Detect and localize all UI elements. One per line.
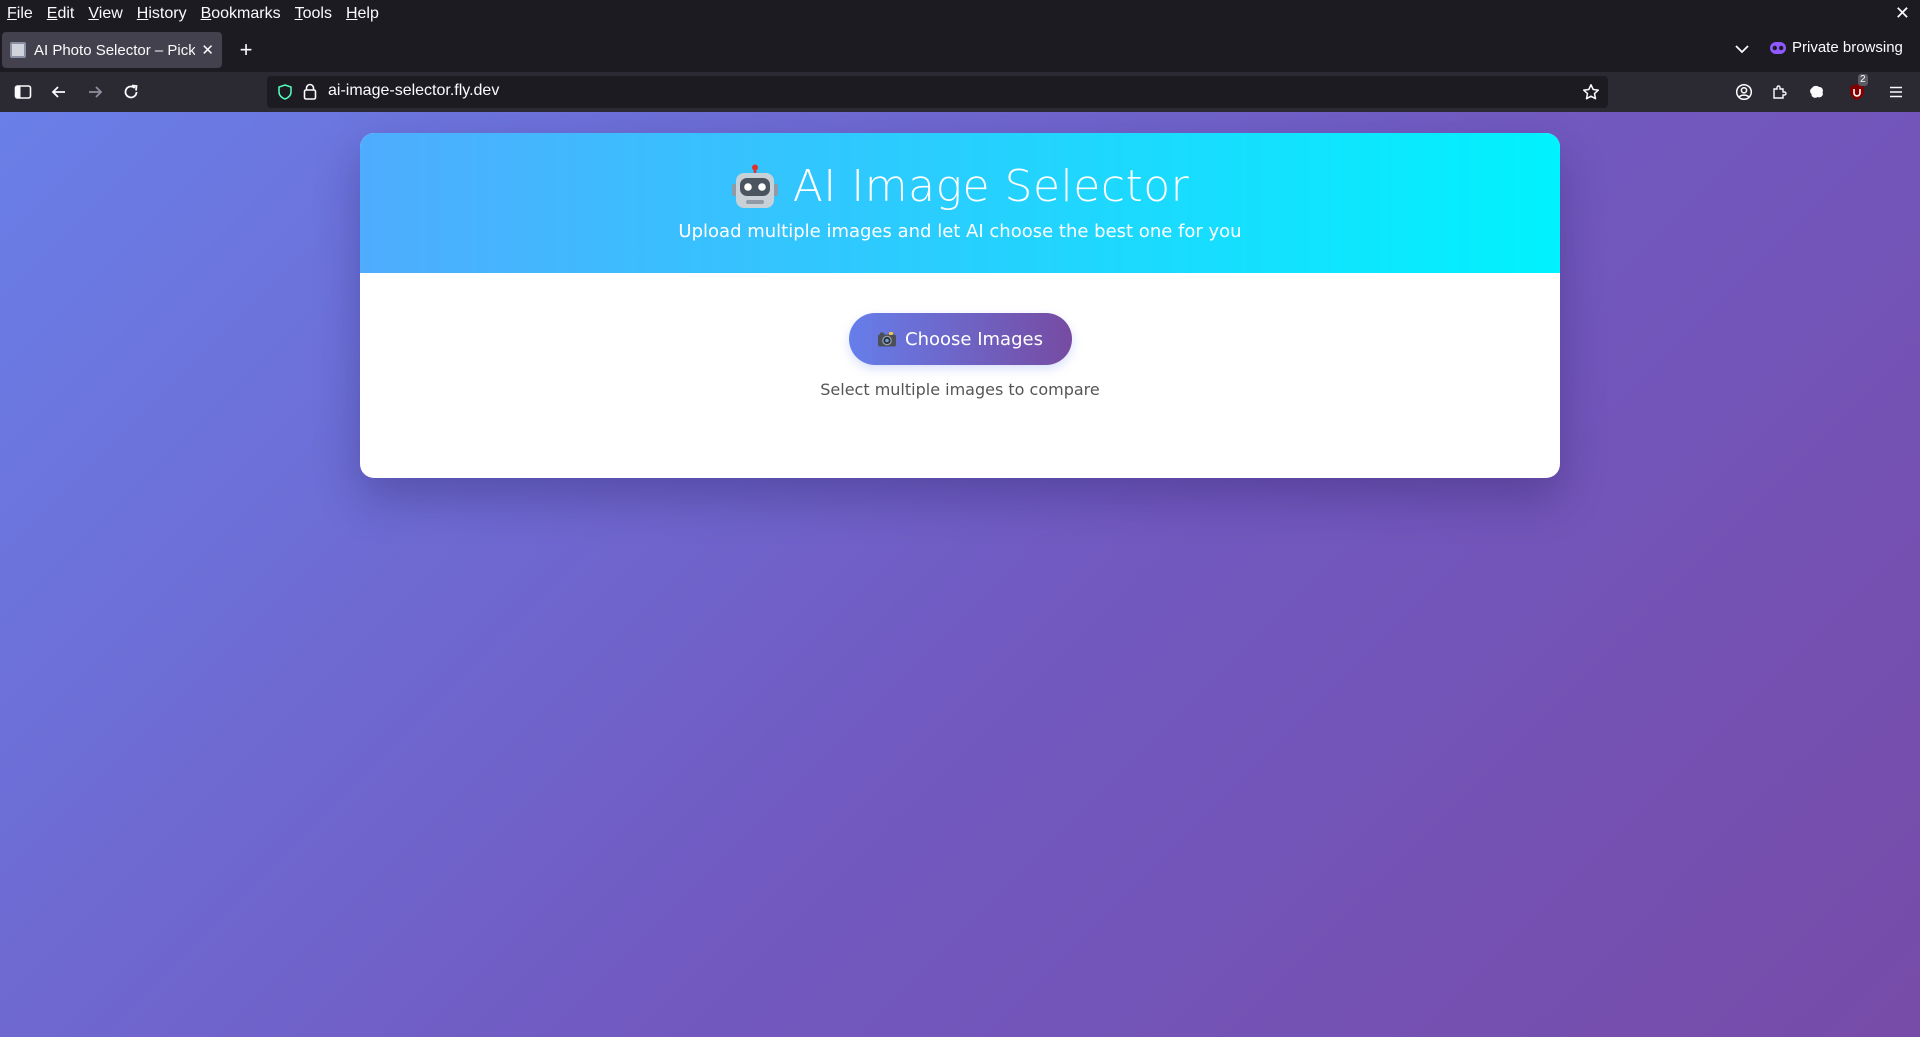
extension-blob-icon[interactable] xyxy=(1808,83,1826,101)
extensions-puzzle-icon[interactable] xyxy=(1771,83,1789,101)
new-tab-button[interactable]: + xyxy=(236,36,256,64)
menu-view[interactable]: View xyxy=(81,0,129,28)
menu-history[interactable]: History xyxy=(130,0,194,28)
menu-help[interactable]: Help xyxy=(339,0,386,28)
choose-images-label: Choose Images xyxy=(905,328,1043,350)
menu-bookmarks[interactable]: Bookmarks xyxy=(194,0,288,28)
url-text[interactable]: ai-image-selector.fly.dev xyxy=(328,82,499,100)
image-selector-card: AI Image Selector Upload multiple images… xyxy=(360,133,1560,478)
forward-arrow-icon[interactable] xyxy=(86,83,104,101)
sidebar-toggle-icon[interactable] xyxy=(14,83,32,101)
navigation-toolbar: ai-image-selector.fly.dev 2 xyxy=(0,72,1920,112)
private-browsing-indicator: Private browsing xyxy=(1770,39,1903,56)
camera-icon xyxy=(878,332,897,347)
window-close-button[interactable]: ✕ xyxy=(1895,3,1910,24)
tab-ai-photo-selector[interactable]: AI Photo Selector – Pick ✕ xyxy=(2,32,222,68)
page-viewport: AI Image Selector Upload multiple images… xyxy=(0,112,1920,1037)
card-header: AI Image Selector Upload multiple images… xyxy=(360,133,1560,273)
tab-bar: AI Photo Selector – Pick ✕ + Private bro… xyxy=(0,28,1920,72)
ublock-extension-button[interactable]: 2 xyxy=(1849,74,1869,101)
menu-bar: File Edit View History Bookmarks Tools H… xyxy=(0,0,1920,28)
menu-file[interactable]: File xyxy=(0,0,40,28)
tab-title: AI Photo Selector – Pick xyxy=(34,41,196,59)
address-bar[interactable]: ai-image-selector.fly.dev xyxy=(267,76,1608,108)
extension-badge: 2 xyxy=(1858,74,1868,86)
lock-icon[interactable] xyxy=(303,83,317,100)
bookmark-star-icon[interactable] xyxy=(1582,83,1600,101)
hamburger-menu-icon[interactable] xyxy=(1887,83,1905,101)
robot-icon xyxy=(731,164,778,208)
chevron-down-icon[interactable] xyxy=(1733,40,1751,58)
private-mask-icon xyxy=(1770,41,1786,54)
tracking-protection-shield-icon[interactable] xyxy=(277,84,293,100)
page-favicon-icon xyxy=(10,42,26,58)
page-title: AI Image Selector xyxy=(360,133,1560,213)
menu-tools[interactable]: Tools xyxy=(288,0,339,28)
private-browsing-label: Private browsing xyxy=(1792,39,1903,56)
account-icon[interactable] xyxy=(1735,83,1753,101)
upload-section: Choose Images Select multiple images to … xyxy=(360,273,1560,399)
choose-images-button[interactable]: Choose Images xyxy=(848,313,1072,365)
back-arrow-icon[interactable] xyxy=(50,83,68,101)
reload-icon[interactable] xyxy=(122,83,140,101)
page-title-text: AI Image Selector xyxy=(792,161,1190,212)
helper-text: Select multiple images to compare xyxy=(820,380,1100,399)
menu-edit[interactable]: Edit xyxy=(40,0,82,28)
tab-close-icon[interactable]: ✕ xyxy=(201,41,214,59)
page-subtitle: Upload multiple images and let AI choose… xyxy=(678,221,1242,242)
